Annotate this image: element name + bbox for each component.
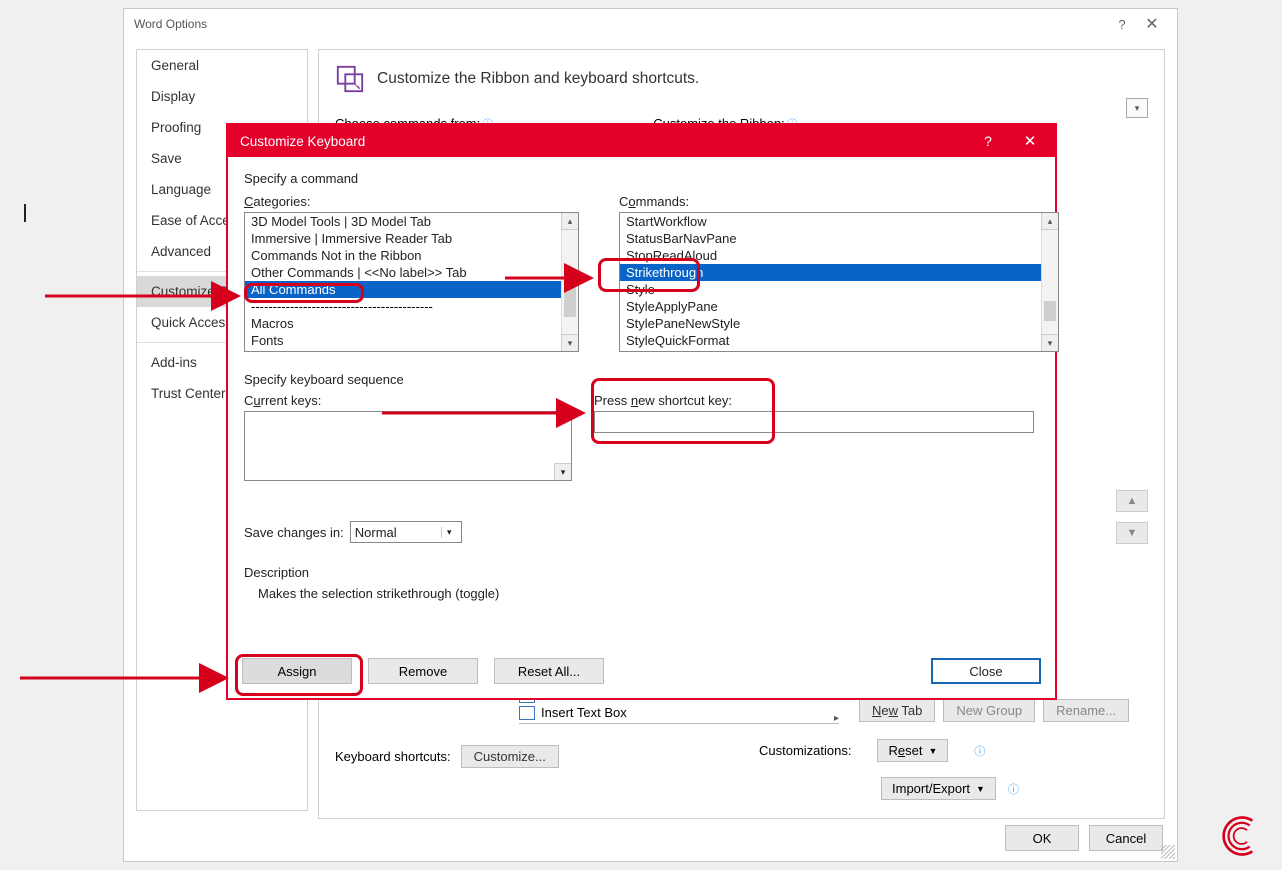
sidebar-item-general[interactable]: General bbox=[137, 50, 307, 81]
close-button[interactable]: Close bbox=[931, 658, 1041, 684]
list-item[interactable]: ----------------------------------------… bbox=[245, 298, 578, 315]
list-item[interactable]: StyleApplyPane bbox=[620, 298, 1058, 315]
remove-button[interactable]: Remove bbox=[368, 658, 478, 684]
customizations-label: Customizations: bbox=[759, 743, 851, 758]
list-item[interactable]: Commands Not in the Ribbon bbox=[245, 247, 578, 264]
ribbon-tabs-dropdown-arrow[interactable]: ▾ bbox=[1126, 98, 1148, 118]
list-item[interactable]: Strikethrough bbox=[620, 264, 1058, 281]
categories-listbox[interactable]: ▴ ▾ 3D Model Tools | 3D Model TabImmersi… bbox=[244, 212, 579, 352]
list-item[interactable]: Other Commands | <<No label>> Tab bbox=[245, 264, 578, 281]
press-new-shortcut-input[interactable] bbox=[594, 411, 1034, 433]
list-item[interactable]: Macros bbox=[245, 315, 578, 332]
scroll-down-icon[interactable]: ▾ bbox=[554, 463, 571, 480]
info-icon[interactable]: ⓘ bbox=[974, 743, 985, 759]
scroll-down-icon[interactable]: ▾ bbox=[561, 334, 578, 351]
list-item[interactable]: StylePaneNewStyle bbox=[620, 315, 1058, 332]
reset-all-button[interactable]: Reset All... bbox=[494, 658, 604, 684]
ck-close-icon[interactable]: ✕ bbox=[1009, 125, 1051, 157]
current-keys-listbox[interactable]: ▾ bbox=[244, 411, 572, 481]
text-cursor bbox=[24, 204, 26, 222]
insert-text-box-icon bbox=[519, 706, 535, 720]
scroll-up-icon[interactable]: ▴ bbox=[561, 213, 578, 230]
scroll-right-icon[interactable]: ▸ bbox=[834, 713, 839, 724]
assign-button[interactable]: Assign bbox=[242, 658, 352, 684]
word-options-title: Word Options bbox=[134, 17, 1107, 31]
commands-label: Commands: bbox=[619, 194, 1039, 209]
ck-help-icon[interactable]: ? bbox=[967, 125, 1009, 157]
list-item[interactable]: StopReadAloud bbox=[620, 247, 1058, 264]
list-item[interactable]: Style bbox=[620, 281, 1058, 298]
list-item[interactable]: Immersive | Immersive Reader Tab bbox=[245, 230, 578, 247]
customize-ribbon-icon bbox=[335, 64, 365, 94]
list-item[interactable]: StyleQuickFormat bbox=[620, 332, 1058, 349]
specify-sequence-label: Specify keyboard sequence bbox=[244, 372, 1039, 387]
info-icon[interactable]: ⓘ bbox=[1008, 781, 1019, 797]
list-item[interactable]: StartWorkflow bbox=[620, 213, 1058, 230]
cancel-button[interactable]: Cancel bbox=[1089, 825, 1163, 851]
list-item[interactable]: Insert Text Box bbox=[519, 704, 839, 721]
chevron-down-icon: ▾ bbox=[441, 527, 457, 538]
word-options-close-icon[interactable]: ✕ bbox=[1137, 14, 1167, 34]
list-item[interactable]: 3D Model Tools | 3D Model Tab bbox=[245, 213, 578, 230]
customize-shortcuts-button[interactable]: Customize... bbox=[461, 745, 559, 768]
rename-button[interactable]: Rename... bbox=[1043, 699, 1129, 722]
ok-button[interactable]: OK bbox=[1005, 825, 1079, 851]
keyboard-shortcuts-label: Keyboard shortcuts: bbox=[335, 749, 451, 764]
scroll-up-icon[interactable]: ▴ bbox=[1041, 213, 1058, 230]
resize-grip-icon[interactable] bbox=[1161, 845, 1175, 859]
import-export-dropdown[interactable]: Import/Export▼ bbox=[881, 777, 996, 800]
word-options-help-icon[interactable]: ? bbox=[1107, 17, 1137, 32]
ck-titlebar: Customize Keyboard ? ✕ bbox=[228, 125, 1055, 157]
description-text: Makes the selection strikethrough (toggl… bbox=[244, 586, 1039, 601]
list-item[interactable]: StatusBarNavPane bbox=[620, 230, 1058, 247]
press-new-label: Press new shortcut key: bbox=[594, 393, 1034, 408]
move-up-button[interactable]: ▲ bbox=[1116, 490, 1148, 512]
watermark-icon bbox=[1218, 814, 1262, 858]
list-item[interactable]: All Commands bbox=[245, 281, 578, 298]
sidebar-item-display[interactable]: Display bbox=[137, 81, 307, 112]
save-changes-in-label: Save changes in: bbox=[244, 525, 344, 540]
reset-dropdown[interactable]: Reset▼ bbox=[877, 739, 948, 762]
new-group-button[interactable]: New Group bbox=[943, 699, 1035, 722]
list-item[interactable]: Fonts bbox=[245, 332, 578, 349]
reorder-controls: ▲ ▼ bbox=[1116, 490, 1148, 544]
word-options-titlebar: Word Options ? ✕ bbox=[124, 9, 1177, 39]
description-label: Description bbox=[244, 565, 1039, 580]
categories-label: Categories: bbox=[244, 194, 579, 209]
current-keys-label: Current keys: bbox=[244, 393, 554, 408]
commands-listbox[interactable]: ▴ ▾ StartWorkflowStatusBarNavPaneStopRea… bbox=[619, 212, 1059, 352]
customize-keyboard-dialog: Customize Keyboard ? ✕ Specify a command… bbox=[226, 123, 1057, 700]
save-changes-in-dropdown[interactable]: Normal ▾ bbox=[350, 521, 462, 543]
ck-title: Customize Keyboard bbox=[240, 134, 967, 149]
new-tab-button[interactable]: New New TabTab bbox=[859, 699, 935, 722]
customize-ribbon-heading: Customize the Ribbon and keyboard shortc… bbox=[377, 70, 699, 88]
specify-command-label: Specify a command bbox=[244, 171, 1039, 186]
scroll-down-icon[interactable]: ▾ bbox=[1041, 334, 1058, 351]
move-down-button[interactable]: ▼ bbox=[1116, 522, 1148, 544]
